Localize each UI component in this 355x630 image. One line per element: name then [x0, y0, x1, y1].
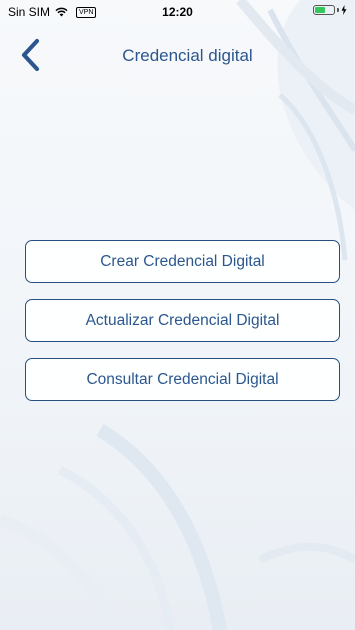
back-button[interactable]: [16, 36, 52, 76]
action-list: Crear Credencial Digital Actualizar Cred…: [25, 240, 340, 417]
battery-level: [315, 7, 325, 13]
battery-tip: [337, 8, 339, 12]
consultar-credencial-button[interactable]: Consultar Credencial Digital: [25, 358, 340, 401]
status-bar: Sin SIM VPN 12:20: [0, 0, 355, 22]
status-right: [313, 5, 347, 15]
actualizar-credencial-button[interactable]: Actualizar Credencial Digital: [25, 299, 340, 342]
status-time: 12:20: [162, 5, 193, 19]
chevron-left-icon: [21, 38, 40, 72]
battery-icon: [313, 5, 335, 15]
page-title: Credencial digital: [122, 46, 253, 65]
crear-credencial-button[interactable]: Crear Credencial Digital: [25, 240, 340, 283]
bolt-icon: [341, 5, 347, 15]
navigation-bar: Credencial digital: [0, 22, 355, 88]
